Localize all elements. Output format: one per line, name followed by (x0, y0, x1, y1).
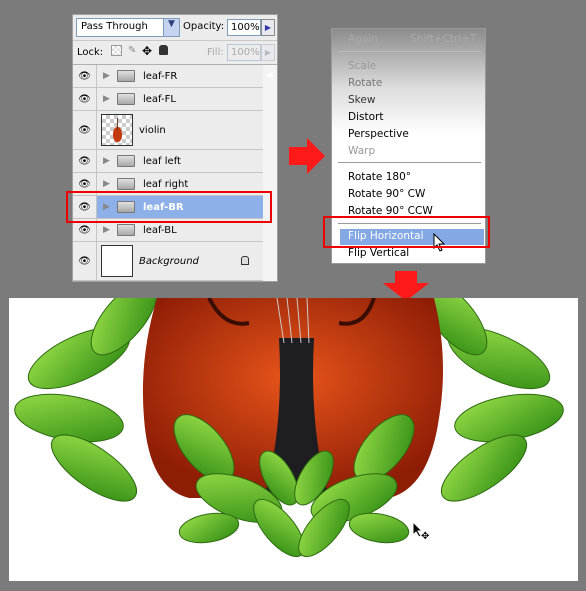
menu-item-again: Again (348, 33, 378, 45)
layer-row[interactable]: 👁 Background (73, 242, 263, 281)
move-cursor-icon: ✥ (412, 520, 429, 542)
highlight-box-menu (323, 216, 490, 248)
menu-separator (338, 51, 481, 52)
scroll-up-icon[interactable] (266, 68, 274, 77)
opacity-arrow-icon[interactable]: ▶ (261, 19, 275, 36)
layer-row[interactable]: 👁 ▶ leaf-FL (73, 88, 263, 111)
layer-name: leaf left (143, 156, 181, 167)
layer-name: Background (139, 256, 199, 267)
layer-name: violin (139, 125, 166, 136)
red-arrow-right-icon (289, 138, 325, 174)
violin-thumbnail (101, 114, 133, 146)
layers-scrollbar[interactable] (263, 65, 277, 281)
menu-item-rotate-90-cw[interactable]: Rotate 90° CW (348, 188, 425, 200)
fill-input[interactable]: 100% (227, 44, 261, 61)
expand-triangle-icon[interactable]: ▶ (103, 71, 110, 81)
folder-icon (117, 178, 135, 190)
lock-all-icon[interactable] (159, 45, 168, 55)
expand-triangle-icon[interactable]: ▶ (103, 225, 110, 235)
folder-icon (117, 93, 135, 105)
layers-panel: Pass Through ▼ Opacity: 100% ▶ Lock: ✎ ✥ … (72, 14, 278, 282)
folder-icon (117, 155, 135, 167)
opacity-input[interactable]: 100% (227, 19, 261, 36)
menu-shortcut-again: Shift+Ctrl+T (410, 33, 477, 45)
menu-item-skew[interactable]: Skew (348, 94, 375, 106)
eye-icon[interactable]: 👁 (73, 111, 97, 149)
layer-name: leaf-FL (143, 94, 176, 105)
expand-triangle-icon[interactable]: ▶ (103, 94, 110, 104)
lock-brush-icon[interactable]: ✎ (128, 45, 136, 56)
menu-item-distort[interactable]: Distort (348, 111, 383, 123)
layer-name: leaf-BL (143, 225, 177, 236)
background-thumbnail (101, 245, 133, 277)
blend-mode-select[interactable]: Pass Through ▼ (76, 18, 180, 37)
chevron-down-icon[interactable]: ▼ (163, 19, 179, 36)
menu-item-flip-vertical[interactable]: Flip Vertical (348, 247, 409, 259)
fill-label: Fill: (207, 47, 224, 58)
lock-bar: Lock: ✎ ✥ Fill: 100% ▶ (73, 41, 277, 65)
opacity-label: Opacity: (183, 21, 225, 32)
expand-triangle-icon[interactable]: ▶ (103, 179, 110, 189)
menu-item-perspective[interactable]: Perspective (348, 128, 409, 140)
eye-icon[interactable]: 👁 (73, 150, 97, 172)
expand-triangle-icon[interactable]: ▶ (103, 156, 110, 166)
menu-item-rotate[interactable]: Rotate (348, 77, 382, 89)
blend-mode-value: Pass Through (81, 21, 148, 32)
eye-icon[interactable]: 👁 (73, 242, 97, 280)
lock-transparency-icon[interactable] (111, 45, 122, 56)
layer-row[interactable]: 👁 violin (73, 111, 263, 150)
folder-icon (117, 224, 135, 236)
svg-text:✥: ✥ (421, 531, 429, 542)
lock-icon (241, 256, 249, 265)
lock-label: Lock: (77, 47, 104, 58)
fill-arrow-icon[interactable]: ▶ (261, 44, 275, 61)
folder-icon (117, 70, 135, 82)
layer-row[interactable]: 👁 ▶ leaf left (73, 150, 263, 173)
menu-item-scale[interactable]: Scale (348, 60, 376, 72)
menu-separator (338, 162, 481, 163)
eye-icon[interactable]: 👁 (73, 88, 97, 110)
highlight-box-layer (66, 191, 272, 223)
lock-move-icon[interactable]: ✥ (142, 44, 152, 58)
menu-item-warp: Warp (348, 145, 376, 157)
layer-name: leaf-FR (143, 71, 178, 82)
menu-item-rotate-180[interactable]: Rotate 180° (348, 171, 411, 183)
violin-leaves-artwork: ✥ (14, 298, 564, 557)
red-arrow-down-icon (383, 271, 429, 301)
result-canvas: ✥ (9, 298, 578, 581)
layer-name: leaf right (143, 179, 189, 190)
layers-top-bar: Pass Through ▼ Opacity: 100% ▶ (73, 15, 277, 41)
eye-icon[interactable]: 👁 (73, 65, 97, 87)
layer-row[interactable]: 👁 ▶ leaf-FR (73, 65, 263, 88)
